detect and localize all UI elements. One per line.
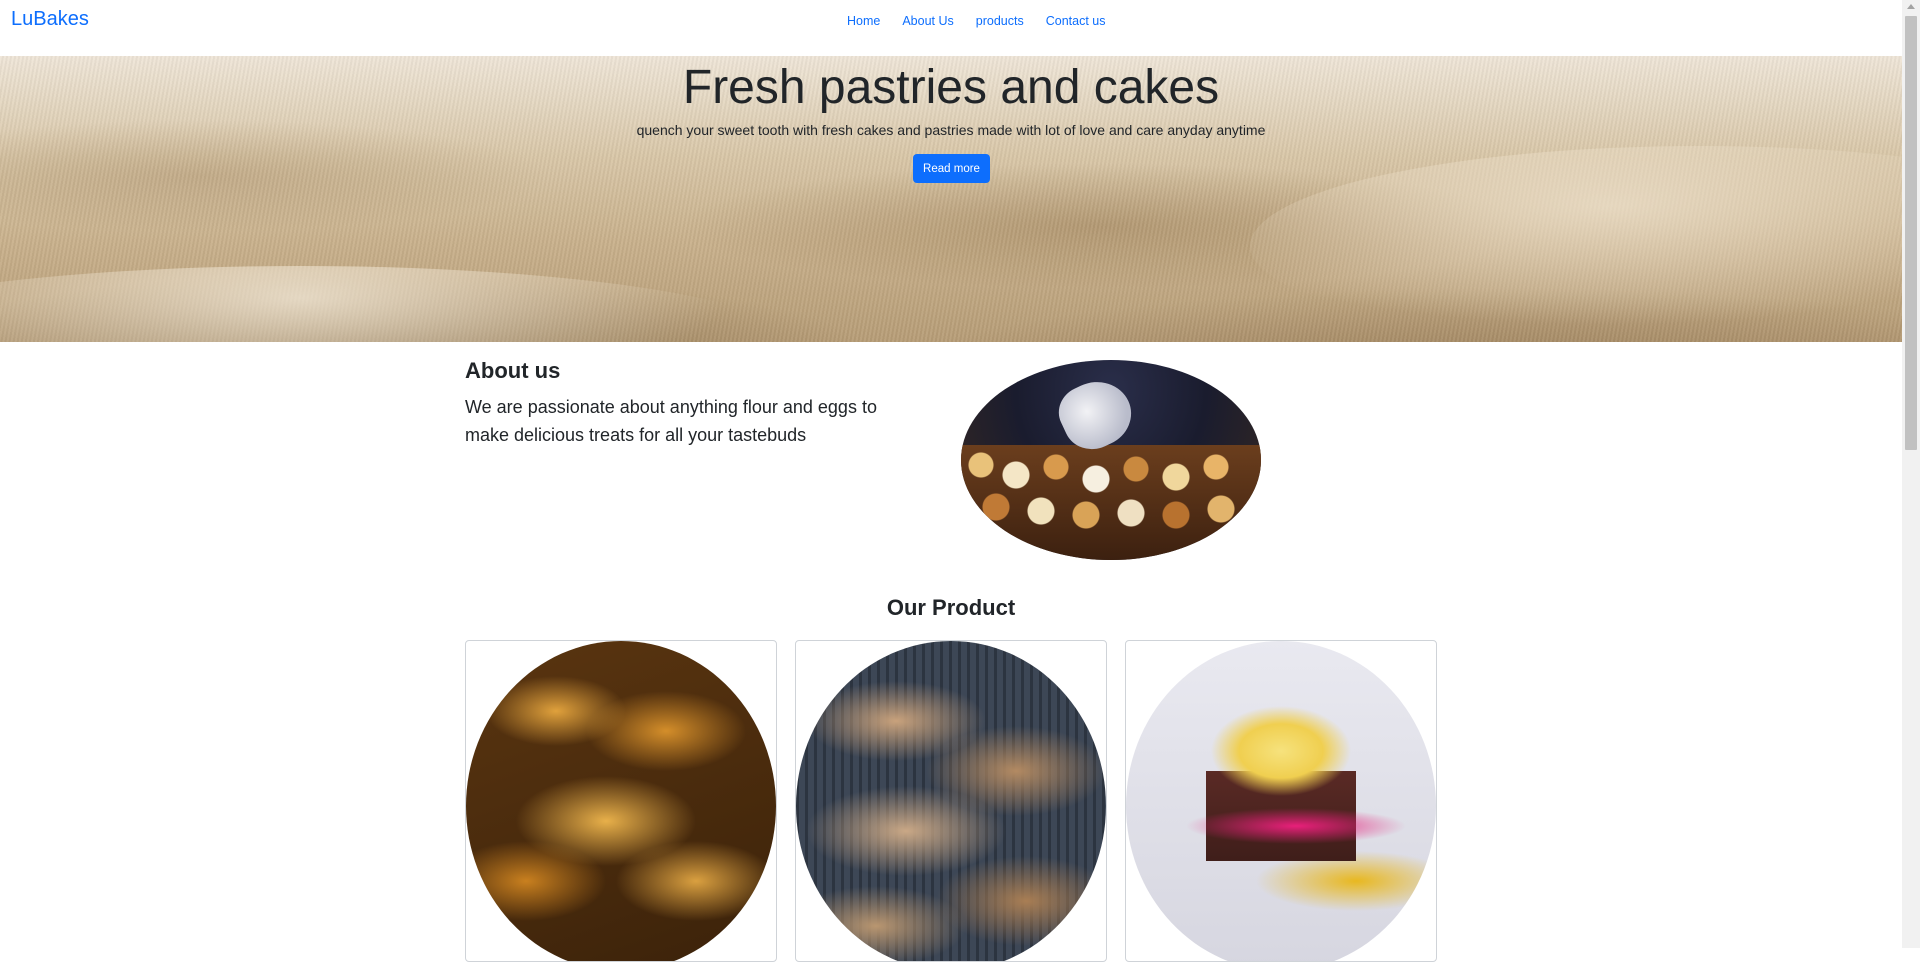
nav-link-contact[interactable]: Contact us [1035,14,1117,28]
about-text: We are passionate about anything flour a… [465,397,877,445]
scroll-thumb[interactable] [1905,16,1917,450]
nav-menu: Home About Us products Contact us [836,14,1116,28]
product-image-cupcake [1126,641,1436,961]
product-card[interactable] [1125,640,1437,962]
navbar: LuBakes Home About Us products Contact u… [0,0,1902,56]
products-title: Our Product [886,595,1016,620]
hero-banner: Fresh pastries and cakes quench your swe… [0,56,1902,342]
nav-link-about[interactable]: About Us [891,14,964,28]
pastry-tray [961,445,1261,560]
product-card[interactable] [795,640,1107,962]
nav-link-home[interactable]: Home [836,14,891,28]
nav-link-products[interactable]: products [965,14,1035,28]
brand-logo[interactable]: LuBakes [11,8,89,31]
hero-title: Fresh pastries and cakes [682,61,1220,114]
hero-subtitle: quench your sweet tooth with fresh cakes… [636,122,1266,138]
about-title: About us [465,358,561,383]
product-image-croissants [466,641,776,961]
read-more-button[interactable]: Read more [913,154,990,183]
product-image-bread [796,641,1106,961]
vertical-scrollbar[interactable] [1902,0,1920,948]
about-image [961,360,1261,560]
scroll-up-arrow-icon[interactable] [1907,4,1915,9]
product-card[interactable] [465,640,777,962]
